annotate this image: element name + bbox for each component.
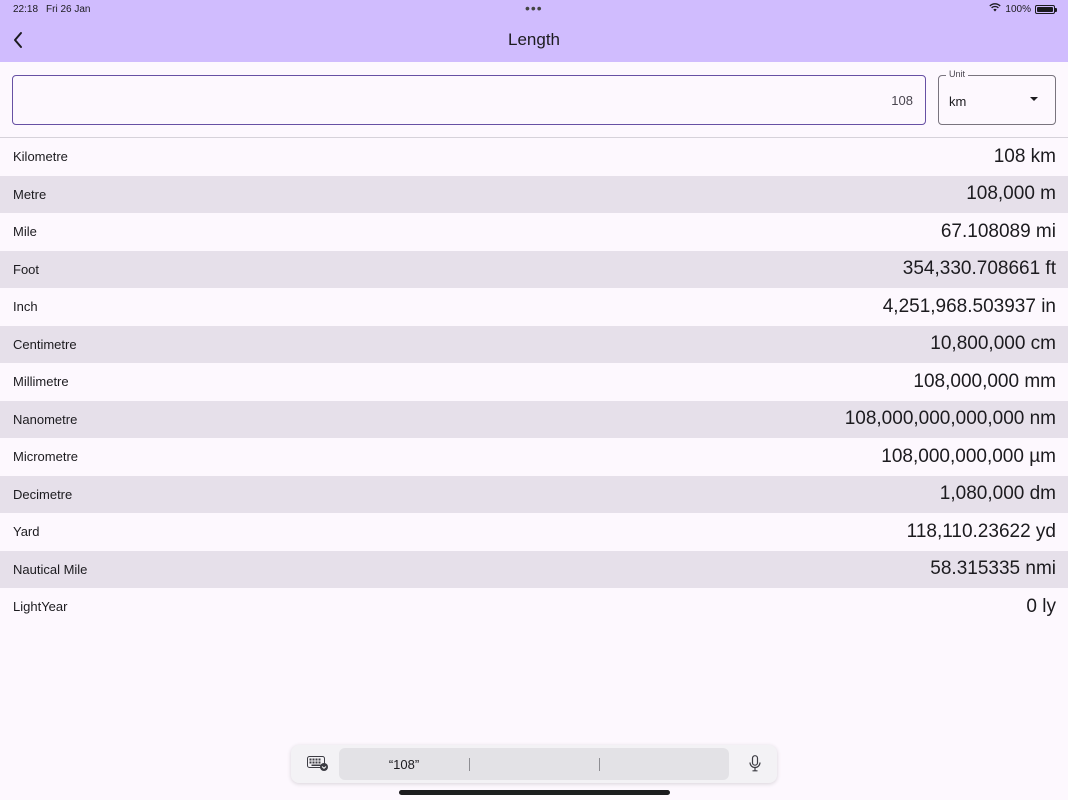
- app-bar: 22:18 Fri 26 Jan ••• 100% Length: [0, 0, 1068, 62]
- wifi-icon: [989, 3, 1002, 15]
- unit-name: Nautical Mile: [13, 561, 88, 577]
- conversion-row-lightyear: LightYear 0 ly: [0, 588, 1068, 626]
- unit-value: 108,000,000,000 µm: [881, 445, 1056, 467]
- unit-name: Decimetre: [13, 486, 73, 502]
- conversion-row-kilometre: Kilometre 108 km: [0, 138, 1068, 176]
- unit-dropdown-value: km: [949, 94, 967, 109]
- unit-value: 108 km: [993, 145, 1056, 167]
- battery-icon: [1035, 4, 1057, 14]
- multitasking-dots[interactable]: •••: [525, 0, 543, 16]
- status-time: 22:18: [13, 4, 39, 15]
- unit-name: Yard: [13, 524, 40, 540]
- unit-value: 4,251,968.503937 in: [882, 295, 1056, 317]
- unit-value: 108,000 m: [966, 183, 1056, 205]
- unit-dropdown[interactable]: Unit km: [938, 69, 1056, 125]
- value-input-text: 108: [891, 93, 913, 108]
- battery-percent: 100%: [1005, 3, 1031, 15]
- unit-value: 10,800,000 cm: [930, 333, 1056, 355]
- status-bar: 22:18 Fri 26 Jan ••• 100%: [0, 0, 1068, 18]
- unit-name: Centimetre: [13, 336, 77, 352]
- unit-value: 67.108089 mi: [940, 220, 1056, 242]
- conversion-row-foot: Foot 354,330.708661 ft: [0, 250, 1068, 288]
- conversion-row-centimetre: Centimetre 10,800,000 cm: [0, 325, 1068, 363]
- unit-value: 108,000,000 mm: [913, 370, 1056, 392]
- suggestion-item[interactable]: [599, 748, 729, 780]
- conversion-row-inch: Inch 4,251,968.503937 in: [0, 288, 1068, 326]
- conversion-row-decimetre: Decimetre 1,080,000 dm: [0, 475, 1068, 513]
- conversion-row-micrometre: Micrometre 108,000,000,000 µm: [0, 438, 1068, 476]
- unit-name: LightYear: [13, 599, 68, 615]
- status-right: 100%: [989, 3, 1057, 15]
- unit-name: Micrometre: [13, 449, 79, 465]
- keyboard-icon[interactable]: [307, 756, 329, 776]
- keyboard-shortcut-bar: “108”: [291, 745, 777, 783]
- suggestion-item[interactable]: “108”: [339, 748, 469, 780]
- value-input[interactable]: 108: [12, 75, 926, 125]
- unit-dropdown-label: Unit: [946, 69, 969, 79]
- unit-value: 1,080,000 dm: [939, 483, 1056, 505]
- unit-value: 118,110.23622 yd: [906, 520, 1056, 542]
- home-indicator[interactable]: [399, 790, 670, 795]
- unit-name: Metre: [13, 186, 47, 202]
- conversion-list: Kilometre 108 km Metre 108,000 m Mile 67.10…: [0, 138, 1068, 626]
- conversion-row-metre: Metre 108,000 m: [0, 175, 1068, 213]
- unit-name: Inch: [13, 299, 38, 315]
- predictive-text-bar: “108”: [339, 748, 729, 780]
- unit-name: Millimetre: [13, 374, 69, 390]
- unit-value: 108,000,000,000,000 nm: [844, 408, 1056, 430]
- conversion-row-nautical-mile: Nautical Mile 58.315335 nmi: [0, 550, 1068, 588]
- conversion-row-nanometre: Nanometre 108,000,000,000,000 nm: [0, 400, 1068, 438]
- conversion-row-mile: Mile 67.108089 mi: [0, 213, 1068, 251]
- unit-value: 58.315335 nmi: [930, 558, 1056, 580]
- microphone-icon[interactable]: [749, 755, 761, 777]
- unit-name: Mile: [13, 224, 37, 240]
- conversion-row-yard: Yard 118,110.23622 yd: [0, 513, 1068, 551]
- unit-value: 0 ly: [1026, 595, 1056, 617]
- page-title: Length: [508, 30, 560, 49]
- unit-value: 354,330.708661 ft: [902, 258, 1056, 280]
- unit-name: Kilometre: [13, 149, 68, 165]
- status-date: Fri 26 Jan: [46, 4, 91, 15]
- suggestion-item[interactable]: [469, 748, 599, 780]
- caret-down-icon: [1030, 97, 1038, 101]
- conversion-row-millimetre: Millimetre 108,000,000 mm: [0, 363, 1068, 401]
- unit-name: Nanometre: [13, 411, 78, 427]
- unit-name: Foot: [13, 261, 40, 277]
